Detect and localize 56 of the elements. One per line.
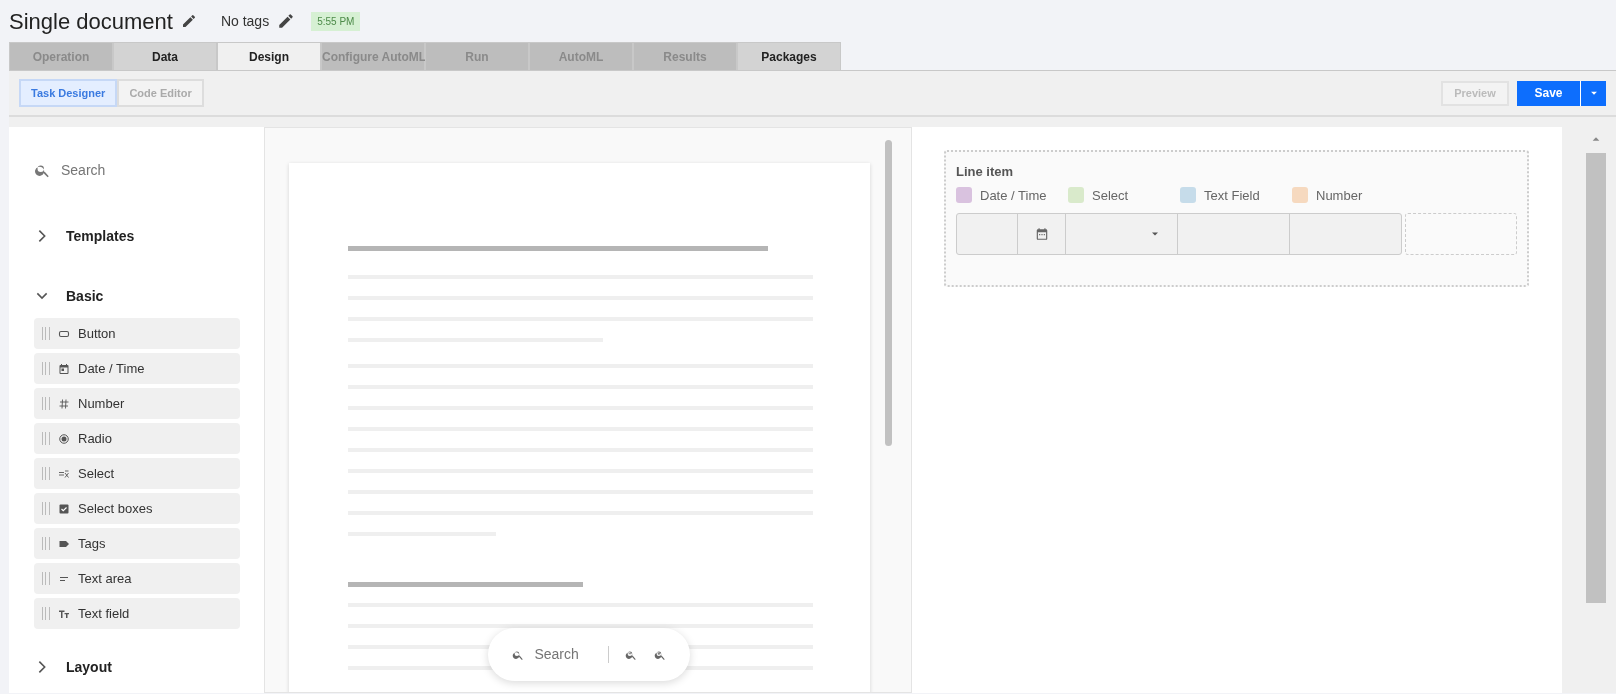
item-label: Tags — [78, 534, 106, 553]
drag-handle-icon[interactable] — [42, 362, 50, 375]
component-item[interactable]: Date / Time — [34, 353, 240, 384]
component-item[interactable]: Select boxes — [34, 493, 240, 524]
legend-label: Number — [1316, 186, 1363, 205]
drag-handle-icon[interactable] — [42, 397, 50, 410]
item-label: Date / Time — [78, 359, 145, 378]
panel-title: Line item — [956, 163, 1015, 181]
edit-icon[interactable] — [180, 13, 197, 29]
component-item[interactable]: Tags — [34, 528, 240, 559]
dropdown-button[interactable] — [1580, 80, 1606, 106]
tags-label: No tags — [220, 11, 270, 31]
item-label: Select boxes — [78, 499, 153, 518]
item-label: Radio — [78, 429, 112, 448]
drag-handle-icon[interactable] — [42, 607, 50, 620]
component-item[interactable]: Radio — [34, 423, 240, 454]
legend-label: Select — [1092, 186, 1129, 205]
section-header[interactable]: Templates — [66, 225, 135, 247]
radio-icon — [58, 432, 70, 445]
search-field[interactable]: Search — [532, 643, 593, 666]
item-label: Button — [78, 324, 116, 343]
item-label: Text field — [78, 604, 130, 623]
drag-handle-icon[interactable] — [42, 432, 50, 445]
component-item[interactable]: Text field — [34, 598, 240, 629]
calendar-icon — [58, 362, 70, 375]
save-button[interactable]: Save — [1517, 80, 1580, 106]
tab[interactable]: Packages — [737, 42, 841, 70]
item-label: Text area — [78, 569, 132, 588]
legend-label: Text Field — [1204, 186, 1260, 205]
component-item[interactable]: Number — [34, 388, 240, 419]
drag-handle-icon[interactable] — [42, 327, 50, 340]
item-label: Number — [78, 394, 125, 413]
edit-icon[interactable] — [277, 12, 296, 30]
document-title: Single document — [9, 7, 173, 36]
drag-handle-icon[interactable] — [42, 537, 50, 550]
hash-icon — [58, 397, 70, 410]
drag-handle-icon[interactable] — [42, 502, 50, 515]
legend-label: Date / Time — [980, 186, 1047, 205]
list-icon — [58, 467, 70, 480]
component-item[interactable]: Select — [34, 458, 240, 489]
tab[interactable]: Design — [217, 42, 321, 70]
scrollbar-thumb[interactable] — [885, 140, 892, 446]
component-item[interactable]: Text area — [34, 563, 240, 594]
calendar-icon — [1034, 227, 1049, 241]
component-item[interactable]: Button — [34, 318, 240, 349]
scrollbar-thumb[interactable] — [1586, 153, 1606, 603]
tab[interactable]: Data — [113, 42, 217, 70]
section-header[interactable]: Basic — [66, 285, 104, 307]
item-label: Select — [78, 464, 115, 483]
drag-handle-icon[interactable] — [42, 572, 50, 585]
mode-tab[interactable]: Task Designer — [19, 78, 118, 108]
checkbox-icon — [58, 502, 70, 515]
section-header[interactable]: Layout — [66, 656, 112, 678]
drag-handle-icon[interactable] — [42, 467, 50, 480]
search-field[interactable]: Search — [59, 159, 209, 182]
time-badge: 5:55 PM — [311, 11, 361, 31]
